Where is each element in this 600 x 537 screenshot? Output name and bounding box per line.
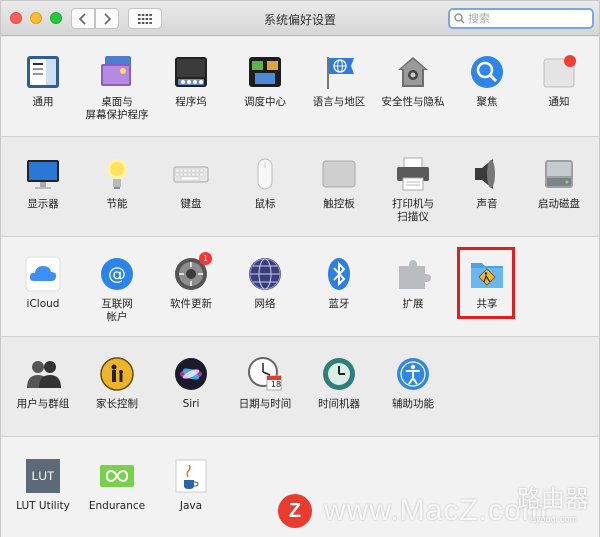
pane-icloud[interactable]: iCloud bbox=[6, 255, 80, 311]
accessibility-icon bbox=[394, 355, 432, 393]
pane-mouse[interactable]: 鼠标 bbox=[228, 155, 302, 211]
java-icon bbox=[172, 457, 210, 495]
energy-saver-icon bbox=[98, 155, 136, 193]
show-all-button[interactable] bbox=[128, 8, 162, 29]
sound-icon bbox=[468, 155, 506, 193]
personal-section: 通用 桌面与 屏幕保护程序 程序坞 调度中心 语言与地区 安全性与隐私 聚焦 通… bbox=[1, 37, 599, 137]
parental-controls-icon bbox=[98, 355, 136, 393]
startup-disk-icon bbox=[540, 155, 578, 193]
pane-users-groups[interactable]: 用户与群组 bbox=[6, 355, 80, 411]
pane-displays[interactable]: 显示器 bbox=[6, 155, 80, 211]
date-time-icon: 18 bbox=[246, 355, 284, 393]
spotlight-icon bbox=[468, 53, 506, 91]
mouse-icon bbox=[246, 155, 284, 193]
svg-text:@: @ bbox=[108, 264, 126, 285]
pane-spotlight[interactable]: 聚焦 bbox=[450, 53, 524, 109]
users-groups-icon bbox=[24, 355, 62, 393]
pane-security-privacy[interactable]: 安全性与隐私 bbox=[376, 53, 450, 109]
pane-general[interactable]: 通用 bbox=[6, 53, 80, 109]
lut-utility-icon: LUT bbox=[24, 457, 62, 495]
siri-icon bbox=[172, 355, 210, 393]
internet-accounts-icon: @ bbox=[98, 255, 136, 293]
extensions-icon bbox=[394, 255, 432, 293]
pane-extensions[interactable]: 扩展 bbox=[376, 255, 450, 311]
chevron-right-icon bbox=[104, 12, 112, 25]
pane-energy-saver[interactable]: 节能 bbox=[80, 155, 154, 211]
pane-software-update[interactable]: 1 软件更新 bbox=[154, 252, 228, 311]
search-input[interactable] bbox=[468, 12, 586, 25]
pane-date-time[interactable]: 18 日期与时间 bbox=[228, 355, 302, 411]
software-update-icon: 1 bbox=[172, 252, 212, 293]
close-window-button[interactable] bbox=[10, 12, 22, 24]
icloud-icon bbox=[24, 255, 62, 293]
sharing-highlight-box bbox=[457, 247, 515, 319]
watermark-logo: Z bbox=[278, 494, 312, 528]
bluetooth-icon bbox=[320, 255, 358, 293]
pane-lut-utility[interactable]: LUT LUT Utility bbox=[6, 457, 80, 513]
displays-icon bbox=[24, 155, 62, 193]
pane-time-machine[interactable]: 时间机器 bbox=[302, 355, 376, 411]
watermark-site-cn: 路由器 bbox=[517, 485, 589, 513]
pane-startup-disk[interactable]: 启动磁盘 bbox=[522, 155, 596, 211]
mission-control-icon bbox=[246, 53, 284, 91]
calendar-day: 18 bbox=[270, 380, 282, 389]
system-preferences-window: 系统偏好设置 通用 桌面与 屏幕保护程序 程序坞 bbox=[0, 0, 600, 537]
pane-sound[interactable]: 声音 bbox=[450, 155, 524, 211]
notifications-icon bbox=[540, 53, 578, 91]
pane-network[interactable]: 网络 bbox=[228, 255, 302, 311]
pane-siri[interactable]: Siri bbox=[154, 355, 228, 411]
pane-bluetooth[interactable]: 蓝牙 bbox=[302, 255, 376, 311]
search-field[interactable] bbox=[448, 8, 594, 29]
endurance-icon bbox=[98, 457, 136, 495]
pane-printers-scanners[interactable]: 打印机与 扫描仪 bbox=[376, 155, 450, 224]
pane-parental-controls[interactable]: 家长控制 bbox=[80, 355, 154, 411]
chevron-left-icon bbox=[78, 12, 86, 25]
watermark: Z www.MacZ.com bbox=[278, 494, 548, 528]
language-region-icon bbox=[320, 53, 358, 91]
forward-button[interactable] bbox=[95, 8, 119, 29]
pane-dock[interactable]: 程序坞 bbox=[154, 53, 228, 109]
pane-java[interactable]: Java bbox=[154, 457, 228, 513]
dock-icon bbox=[172, 53, 210, 91]
pane-desktop-screensaver[interactable]: 桌面与 屏幕保护程序 bbox=[80, 53, 154, 122]
pane-language-region[interactable]: 语言与地区 bbox=[302, 53, 376, 109]
system-section: 用户与群组 家长控制 Siri 18 日期与时间 时间机器 辅助功能 bbox=[1, 337, 599, 437]
printers-scanners-icon bbox=[394, 155, 432, 193]
zoom-window-button[interactable] bbox=[50, 12, 62, 24]
security-privacy-icon bbox=[394, 53, 432, 91]
update-count-badge: 1 bbox=[199, 252, 212, 265]
pane-mission-control[interactable]: 调度中心 bbox=[228, 53, 302, 109]
trackpad-icon bbox=[320, 155, 358, 193]
pane-internet-accounts[interactable]: @ 互联网 帐户 bbox=[80, 255, 154, 324]
pane-endurance[interactable]: Endurance bbox=[80, 457, 154, 513]
keyboard-icon bbox=[172, 155, 210, 193]
minimize-window-button[interactable] bbox=[30, 12, 42, 24]
search-icon bbox=[454, 13, 465, 24]
general-icon bbox=[24, 53, 62, 91]
network-icon bbox=[246, 255, 284, 293]
pane-notifications[interactable]: 通知 bbox=[522, 53, 596, 109]
watermark-site-en: luyouqi.com bbox=[528, 514, 578, 524]
desktop-screensaver-icon bbox=[98, 53, 136, 91]
pane-accessibility[interactable]: 辅助功能 bbox=[376, 355, 450, 411]
pane-keyboard[interactable]: 键盘 bbox=[154, 155, 228, 211]
back-button[interactable] bbox=[71, 8, 95, 29]
time-machine-icon bbox=[320, 355, 358, 393]
pane-trackpad[interactable]: 触控板 bbox=[302, 155, 376, 211]
title-bar: 系统偏好设置 bbox=[1, 1, 599, 36]
hardware-section: 显示器 节能 键盘 鼠标 触控板 打印机与 扫描仪 声音 启动磁盘 bbox=[1, 137, 599, 237]
watermark-site: 路由器 luyouqi.com bbox=[513, 479, 593, 524]
grid-icon bbox=[138, 13, 152, 24]
